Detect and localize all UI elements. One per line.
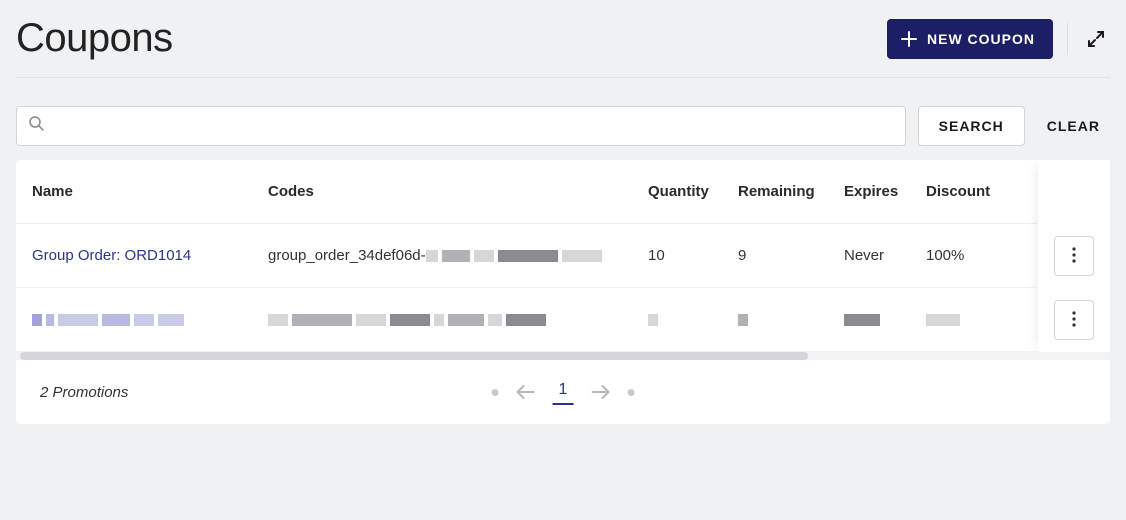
redacted-cell: [268, 311, 648, 328]
row-actions-button[interactable]: [1054, 300, 1094, 340]
col-header-discount: Discount: [926, 183, 1002, 200]
table-row: Group Order: ORD1014 group_order_34def06…: [16, 224, 1110, 288]
col-header-codes: Codes: [268, 183, 648, 200]
expand-icon[interactable]: [1082, 25, 1110, 53]
table-header: Name Codes Quantity Remaining Expires Di…: [16, 160, 1110, 224]
coupon-remaining: 9: [738, 247, 844, 264]
row-actions-button[interactable]: [1054, 236, 1094, 276]
table-row: [16, 288, 1110, 352]
search-box[interactable]: [16, 106, 906, 146]
page-first-dot: [492, 389, 499, 396]
col-header-expires: Expires: [844, 183, 926, 200]
col-header-remaining: Remaining: [738, 183, 844, 200]
clear-button[interactable]: CLEAR: [1037, 106, 1110, 146]
coupon-discount: 100%: [926, 247, 1002, 264]
search-button[interactable]: SEARCH: [918, 106, 1025, 146]
scrollbar-thumb[interactable]: [20, 352, 808, 360]
kebab-icon: [1072, 247, 1076, 266]
search-input[interactable]: [52, 118, 893, 134]
new-coupon-button[interactable]: NEW COUPON: [887, 19, 1053, 59]
results-count: 2 Promotions: [40, 384, 128, 401]
page-prev-icon[interactable]: [517, 385, 535, 399]
coupon-codes: group_order_34def06d-: [268, 247, 648, 264]
divider: [1067, 23, 1068, 55]
redacted-cell: [738, 311, 844, 328]
redacted-cell: [32, 311, 268, 328]
page-last-dot: [627, 389, 634, 396]
pagination: 1: [492, 379, 635, 405]
action-column: [1038, 160, 1110, 352]
redacted-cell: [844, 311, 926, 328]
redacted-cell: [648, 311, 738, 328]
page-title: Coupons: [16, 16, 173, 61]
search-icon: [29, 116, 44, 136]
col-header-name: Name: [32, 183, 268, 200]
horizontal-scrollbar[interactable]: [16, 352, 1110, 360]
coupon-name-link[interactable]: Group Order: ORD1014: [32, 247, 268, 264]
kebab-icon: [1072, 311, 1076, 330]
page-next-icon[interactable]: [591, 385, 609, 399]
new-coupon-label: NEW COUPON: [927, 31, 1035, 47]
page-number[interactable]: 1: [553, 379, 574, 405]
redacted-cell: [926, 311, 1002, 328]
coupon-expires: Never: [844, 247, 926, 264]
coupon-quantity: 10: [648, 247, 738, 264]
col-header-quantity: Quantity: [648, 183, 738, 200]
plus-icon: [901, 31, 917, 47]
